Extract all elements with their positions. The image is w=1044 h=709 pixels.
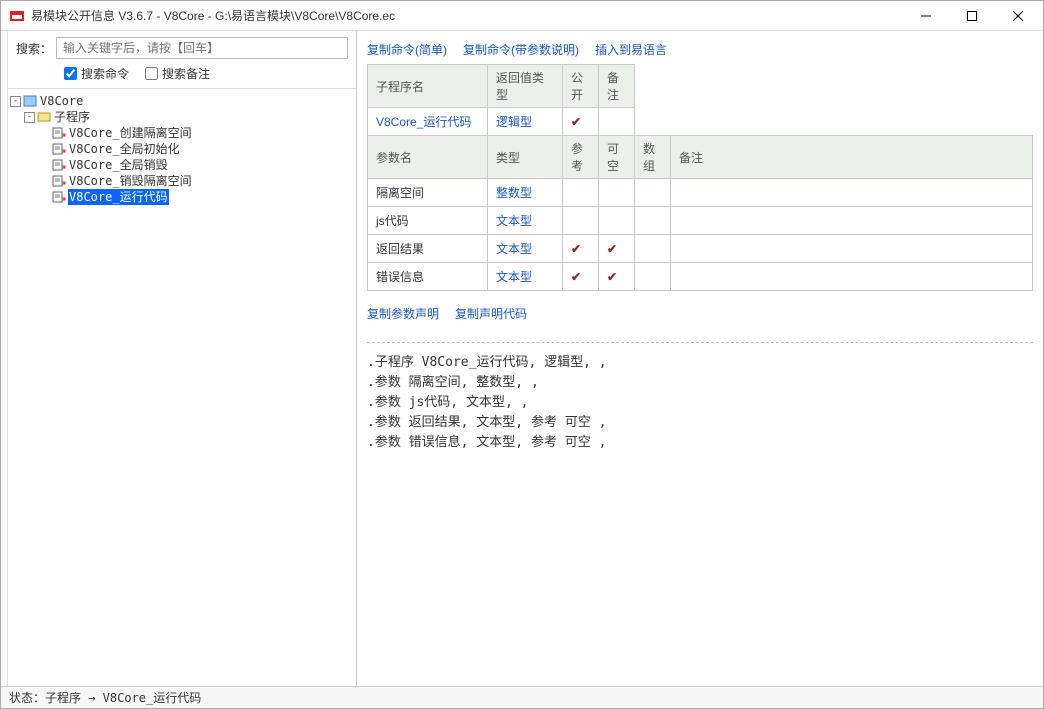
th-param-name: 参数名 [368,136,488,179]
search-remark-checkbox[interactable]: 搜索备注 [145,65,210,82]
subroutine-public-cell: ✔ [563,108,599,136]
param-type-cell: 文本型 [488,235,563,263]
subroutine-icon [52,127,66,139]
search-cmd-checkbox-label: 搜索命令 [81,65,129,82]
param-type-cell: 文本型 [488,263,563,291]
th-param-ref: 参考 [563,136,599,179]
subroutine-icon [52,159,66,171]
titlebar: 易模块公开信息 V3.6.7 - V8Core - G:\易语言模块\V8Cor… [1,1,1043,31]
maximize-button[interactable] [949,1,995,30]
tree-sub[interactable]: - 子程序 [10,109,354,125]
subroutine-icon [52,143,66,155]
param-remark-cell [671,263,1033,291]
param-arr-cell [635,207,671,235]
tree-toggle-icon[interactable]: - [10,96,21,107]
param-ref-cell: ✔ [563,235,599,263]
param-opt-cell [599,179,635,207]
th-param-type: 类型 [488,136,563,179]
tree-root-label: V8Core [39,93,84,109]
param-row: 隔离空间整数型 [368,179,1033,207]
subroutine-icon [52,191,66,203]
tree-root[interactable]: - V8Core [10,93,354,109]
left-margin [1,31,8,686]
tree-item-label: V8Core_全局初始化 [68,141,181,157]
copy-simple-link[interactable]: 复制命令(简单) [367,41,447,58]
param-opt-cell [599,207,635,235]
param-arr-cell [635,235,671,263]
param-opt-cell: ✔ [599,263,635,291]
param-type-cell: 整数型 [488,179,563,207]
tree-toggle-icon[interactable]: - [24,112,35,123]
param-arr-cell [635,179,671,207]
copy-paramdecl-link[interactable]: 复制参数声明 [367,305,439,322]
search-input[interactable] [56,37,348,59]
tree-item-label: V8Core_销毁隔离空间 [68,173,193,189]
insert-link[interactable]: 插入到易语言 [595,41,667,58]
param-ref-cell [563,179,599,207]
copy-declcode-link[interactable]: 复制声明代码 [455,305,527,322]
copy-withparam-link[interactable]: 复制命令(带参数说明) [463,41,579,58]
param-row: js代码文本型 [368,207,1033,235]
param-name-cell: 错误信息 [368,263,488,291]
param-remark-cell [671,235,1033,263]
tree-item[interactable]: V8Core_全局销毁 [10,157,354,173]
folder-icon [37,111,51,123]
subroutine-row: V8Core_运行代码 逻辑型 ✔ [368,108,1033,136]
subroutine-table: 子程序名 返回值类型 公开 备注 V8Core_运行代码 逻辑型 ✔ 参数名 类… [367,64,1033,291]
tree-item-label: V8Core_全局销毁 [68,157,169,173]
search-cmd-checkbox[interactable]: 搜索命令 [64,65,129,82]
module-icon [23,95,37,107]
subroutine-rtype-cell: 逻辑型 [488,108,563,136]
th-subname: 子程序名 [368,65,488,108]
search-label: 搜索： [16,40,52,57]
tree-item[interactable]: V8Core_全局初始化 [10,141,354,157]
left-pane: 搜索： 搜索命令 搜索备注 - V8Core [8,31,357,686]
tree-item[interactable]: V8Core_销毁隔离空间 [10,173,354,189]
th-param-opt: 可空 [599,136,635,179]
param-name-cell: 返回结果 [368,235,488,263]
search-remark-checkbox-input[interactable] [145,67,158,80]
declaration-code: .子程序 V8Core_运行代码, 逻辑型, , .参数 隔离空间, 整数型, … [367,351,1033,455]
tree-sub-label: 子程序 [53,109,91,125]
close-button[interactable] [995,1,1041,30]
statusbar: 状态：子程序 → V8Core_运行代码 [1,686,1043,708]
divider [367,342,1033,343]
param-remark-cell [671,207,1033,235]
search-remark-checkbox-label: 搜索备注 [162,65,210,82]
param-opt-cell: ✔ [599,235,635,263]
th-param-arr: 数组 [635,136,671,179]
param-type-cell: 文本型 [488,207,563,235]
param-name-cell: 隔离空间 [368,179,488,207]
tree-item[interactable]: V8Core_创建隔离空间 [10,125,354,141]
window-title: 易模块公开信息 V3.6.7 - V8Core - G:\易语言模块\V8Cor… [31,7,903,24]
th-param-remark: 备注 [671,136,1033,179]
minimize-button[interactable] [903,1,949,30]
param-name-cell: js代码 [368,207,488,235]
right-pane: 复制命令(简单) 复制命令(带参数说明) 插入到易语言 子程序名 返回值类型 公… [357,31,1043,686]
tree-item-label: V8Core_运行代码 [68,189,169,205]
tree-view[interactable]: - V8Core - 子程序 V8Core_创建隔离空间V8Core_全局初始化… [8,89,356,686]
th-rtype: 返回值类型 [488,65,563,108]
subroutine-remark-cell [599,108,635,136]
app-icon [9,8,25,24]
param-arr-cell [635,263,671,291]
th-public: 公开 [563,65,599,108]
tree-item-label: V8Core_创建隔离空间 [68,125,193,141]
search-cmd-checkbox-input[interactable] [64,67,77,80]
param-row: 返回结果文本型✔✔ [368,235,1033,263]
subroutine-icon [52,175,66,187]
param-ref-cell [563,207,599,235]
tree-item[interactable]: V8Core_运行代码 [10,189,354,205]
subroutine-name-cell: V8Core_运行代码 [368,108,488,136]
param-remark-cell [671,179,1033,207]
status-text: 状态：子程序 → V8Core_运行代码 [9,689,201,706]
param-row: 错误信息文本型✔✔ [368,263,1033,291]
param-ref-cell: ✔ [563,263,599,291]
th-remark: 备注 [599,65,635,108]
